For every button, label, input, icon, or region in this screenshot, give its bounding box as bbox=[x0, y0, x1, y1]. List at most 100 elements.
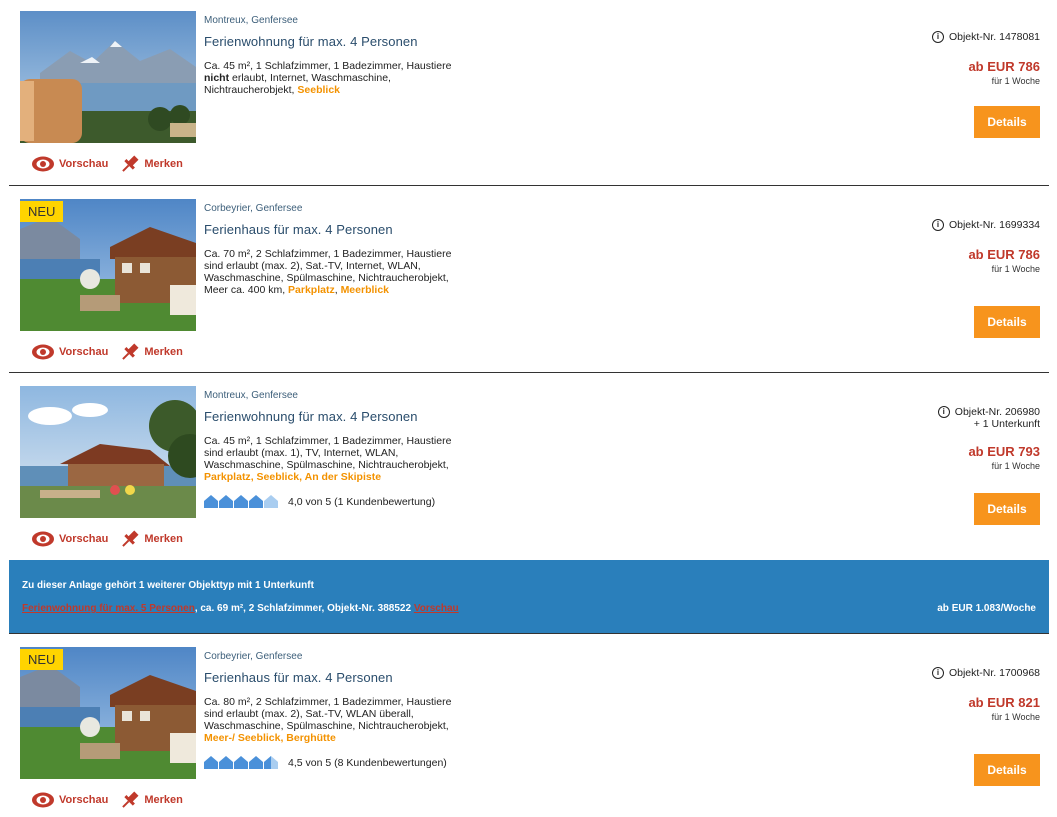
details-button[interactable]: Details bbox=[974, 754, 1040, 786]
rating-text: 4,5 von 5 (8 Kundenbewertungen) bbox=[288, 756, 447, 769]
listing-2: NEU Vorschau Merken Corbeyrier, Genferse… bbox=[9, 186, 1049, 372]
listing-location: Montreux, Genfersee bbox=[204, 15, 298, 26]
rating-house-full-icon bbox=[204, 495, 218, 508]
save-action[interactable]: Merken bbox=[120, 154, 183, 174]
new-badge: NEU bbox=[20, 201, 64, 222]
chalet-lake-photo bbox=[20, 386, 196, 518]
desc-line: Meer ca. 400 km, bbox=[204, 284, 289, 296]
feature-highlight: Meer-/ Seeblick bbox=[204, 732, 281, 744]
save-action[interactable]: Merken bbox=[120, 342, 183, 362]
rating-house-full-icon bbox=[234, 756, 248, 769]
preview-action[interactable]: Vorschau bbox=[31, 530, 108, 548]
feature-highlight: Seeblick bbox=[297, 84, 341, 96]
listing-price: ab EUR 793 bbox=[968, 444, 1040, 459]
listing-title[interactable]: Ferienhaus für max. 4 Personen bbox=[204, 222, 494, 237]
listing-meta: i Objekt-Nr. 1478081 ab EUR 786 für 1 Woc… bbox=[840, 31, 1040, 141]
listing-info: Montreux, Genfersee Ferienwohnung für ma… bbox=[204, 15, 494, 96]
eye-icon bbox=[32, 344, 54, 360]
eye-icon bbox=[32, 531, 54, 547]
listing-3: Vorschau Merken Montreux, Genfersee Feri… bbox=[9, 373, 1049, 559]
listing-1: Vorschau Merken Montreux, Genfersee Feri… bbox=[9, 0, 1049, 185]
rating-house-full-icon bbox=[249, 756, 263, 769]
listing-location: Montreux, Genfersee bbox=[204, 390, 298, 401]
rating-house-full-icon bbox=[204, 756, 218, 769]
details-button[interactable]: Details bbox=[974, 306, 1040, 338]
listing-info: Montreux, Genfersee Ferienwohnung für ma… bbox=[204, 390, 494, 508]
listing-title[interactable]: Ferienwohnung für max. 4 Personen bbox=[204, 409, 494, 424]
listing-info: Corbeyrier, Genfersee Ferienhaus für max… bbox=[204, 203, 494, 296]
desc-line: Nichtraucherobjekt, bbox=[204, 84, 298, 96]
preview-action[interactable]: Vorschau bbox=[31, 155, 108, 173]
price-period: für 1 Woche bbox=[991, 76, 1040, 86]
related-unit-link[interactable]: Ferienwohnung für max. 5 Personen bbox=[22, 603, 195, 614]
pin-icon bbox=[122, 343, 139, 360]
rating-houses bbox=[204, 495, 279, 508]
listing-price: ab EUR 786 bbox=[968, 247, 1040, 262]
info-icon[interactable]: i bbox=[937, 406, 950, 418]
rating-houses bbox=[204, 756, 279, 769]
object-number-label: Objekt-Nr. 1478081 bbox=[948, 31, 1040, 43]
save-label: Merken bbox=[144, 346, 183, 358]
feature-highlight: Meerblick bbox=[340, 284, 390, 296]
save-action[interactable]: Merken bbox=[120, 790, 183, 810]
save-label: Merken bbox=[144, 158, 183, 170]
listing-price: ab EUR 821 bbox=[968, 695, 1040, 710]
feature-highlight: Seeblick bbox=[256, 471, 300, 483]
details-button[interactable]: Details bbox=[974, 493, 1040, 525]
related-unit-preview-link[interactable]: Vorschau bbox=[414, 603, 459, 614]
object-number-label: Objekt-Nr. 1700968 bbox=[948, 667, 1040, 679]
listing-price: ab EUR 786 bbox=[968, 59, 1040, 74]
desc-line: sind erlaubt (max. 2), Sat.-TV, Internet… bbox=[204, 260, 421, 272]
desc-line: Waschmaschine, Spülmaschine, Nichtrauche… bbox=[204, 459, 449, 471]
preview-action[interactable]: Vorschau bbox=[31, 791, 108, 809]
listing-description: Ca. 45 m², 1 Schlafzimmer, 1 Badezimmer,… bbox=[204, 60, 494, 96]
listing-rating: 4,0 von 5 (1 Kundenbewertung) bbox=[204, 495, 494, 508]
preview-action[interactable]: Vorschau bbox=[31, 343, 108, 361]
desc-bold: nicht bbox=[204, 72, 230, 84]
listing-actions: Vorschau Merken bbox=[31, 153, 183, 175]
listing-meta: i Objekt-Nr. 1699334 ab EUR 786 für 1 Woc… bbox=[840, 219, 1040, 339]
related-unit-info: , ca. 69 m², 2 Schlafzimmer, Objekt-Nr. … bbox=[194, 603, 414, 614]
save-label: Merken bbox=[144, 794, 183, 806]
listing-photo[interactable]: NEU bbox=[20, 647, 196, 779]
desc-line: sind erlaubt (max. 1), TV, Internet, WLA… bbox=[204, 447, 399, 459]
desc-line: sind erlaubt (max. 2), Sat.-TV, WLAN übe… bbox=[204, 708, 414, 720]
listing-location: Corbeyrier, Genfersee bbox=[204, 651, 303, 662]
listing-title[interactable]: Ferienhaus für max. 4 Personen bbox=[204, 670, 494, 685]
listing-photo[interactable] bbox=[20, 386, 196, 518]
listing-photo[interactable] bbox=[20, 11, 196, 143]
object-number: i Objekt-Nr. 206980 bbox=[840, 406, 1040, 418]
desc-line: Ca. 45 m², 1 Schlafzimmer, 1 Badezimmer,… bbox=[204, 60, 452, 72]
rating-house-half-icon bbox=[264, 756, 278, 769]
pin-icon bbox=[122, 155, 139, 172]
banner-title: Zu dieser Anlage gehört 1 weiterer Objek… bbox=[22, 580, 314, 591]
info-icon[interactable]: i bbox=[931, 31, 944, 43]
rating-house-full-icon bbox=[234, 495, 248, 508]
banner-unit-line: Ferienwohnung für max. 5 Personen, ca. 6… bbox=[22, 603, 459, 614]
listing-rating: 4,5 von 5 (8 Kundenbewertungen) bbox=[204, 756, 494, 769]
desc-line: Ca. 45 m², 1 Schlafzimmer, 1 Badezimmer,… bbox=[204, 435, 452, 447]
desc-line: Ca. 70 m², 2 Schlafzimmer, 1 Badezimmer,… bbox=[204, 248, 452, 260]
feature-highlight: Parkplatz bbox=[204, 471, 251, 483]
listing-description: Ca. 45 m², 1 Schlafzimmer, 1 Badezimmer,… bbox=[204, 435, 452, 483]
details-button[interactable]: Details bbox=[974, 106, 1040, 138]
info-icon[interactable]: i bbox=[931, 219, 944, 231]
listing-info: Corbeyrier, Genfersee Ferienhaus für max… bbox=[204, 651, 494, 769]
listing-description: Ca. 70 m², 2 Schlafzimmer, 1 Badezimmer,… bbox=[204, 248, 452, 296]
object-number-label: Objekt-Nr. 206980 bbox=[954, 406, 1040, 418]
listing-location: Corbeyrier, Genfersee bbox=[204, 203, 303, 214]
lake-view-photo bbox=[20, 11, 196, 143]
price-period: für 1 Woche bbox=[991, 461, 1040, 471]
save-label: Merken bbox=[144, 533, 183, 545]
listing-photo[interactable]: NEU bbox=[20, 199, 196, 331]
save-action[interactable]: Merken bbox=[120, 529, 183, 549]
pin-icon bbox=[122, 530, 139, 547]
info-icon[interactable]: i bbox=[931, 667, 944, 679]
desc-line: erlaubt, Internet, Waschmaschine, bbox=[229, 72, 391, 84]
preview-label: Vorschau bbox=[59, 346, 109, 358]
listing-meta: i Objekt-Nr. 1700968 ab EUR 821 für 1 Woc… bbox=[840, 667, 1040, 787]
listing-title[interactable]: Ferienwohnung für max. 4 Personen bbox=[204, 34, 494, 49]
desc-line: Waschmaschine, Spülmaschine, Nichtrauche… bbox=[204, 272, 449, 284]
desc-line: Ca. 80 m², 2 Schlafzimmer, 1 Badezimmer,… bbox=[204, 696, 452, 708]
feature-highlight: Berghütte bbox=[286, 732, 336, 744]
